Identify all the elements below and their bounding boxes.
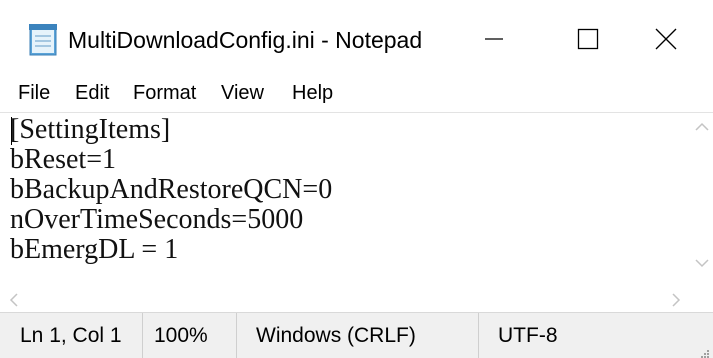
window-title: MultiDownloadConfig.ini - Notepad [68,27,423,53]
status-divider [236,313,237,358]
minimize-button[interactable] [447,0,541,78]
title-bar[interactable]: MultiDownloadConfig.ini - Notepad [0,0,713,78]
close-button[interactable] [619,0,713,78]
menu-format[interactable]: Format [133,80,196,106]
status-divider [478,313,479,358]
minimize-icon [484,29,504,49]
chevron-right-icon[interactable] [666,290,686,310]
close-icon [655,28,677,50]
menu-bar: File Edit Format View Help [0,78,713,112]
chevron-up-icon[interactable] [692,117,712,137]
editor-line: bReset=1 [10,144,116,175]
editor-line: [SettingItems] [10,115,171,145]
maximize-icon [577,28,599,50]
text-editor[interactable]: [SettingItems] bReset=1 bBackupAndRestor… [0,112,713,289]
resize-grip-icon[interactable] [700,346,710,358]
status-divider [142,313,143,358]
editor-line: nOverTimeSeconds=5000 [10,204,304,235]
cursor-position: Ln 1, Col 1 [20,324,122,347]
zoom-level: 100% [154,324,208,347]
text-cursor [11,117,12,145]
chevron-down-icon[interactable] [692,253,712,273]
horizontal-scrollbar[interactable] [0,288,713,312]
encoding: UTF-8 [498,324,558,347]
menu-view[interactable]: View [221,80,264,106]
line-ending: Windows (CRLF) [256,324,416,347]
editor-line: bBackupAndRestoreQCN=0 [10,174,333,205]
notepad-icon [28,22,58,56]
editor-line: bEmergDL = 1 [10,234,179,265]
menu-help[interactable]: Help [292,80,333,106]
menu-file[interactable]: File [18,80,50,106]
editor-text-area[interactable]: [SettingItems] bReset=1 bBackupAndRestor… [10,115,690,287]
menu-edit[interactable]: Edit [75,80,109,106]
status-bar: Ln 1, Col 1 100% Windows (CRLF) UTF-8 [0,312,713,358]
vertical-scrollbar[interactable] [690,113,713,289]
chevron-left-icon[interactable] [4,290,24,310]
